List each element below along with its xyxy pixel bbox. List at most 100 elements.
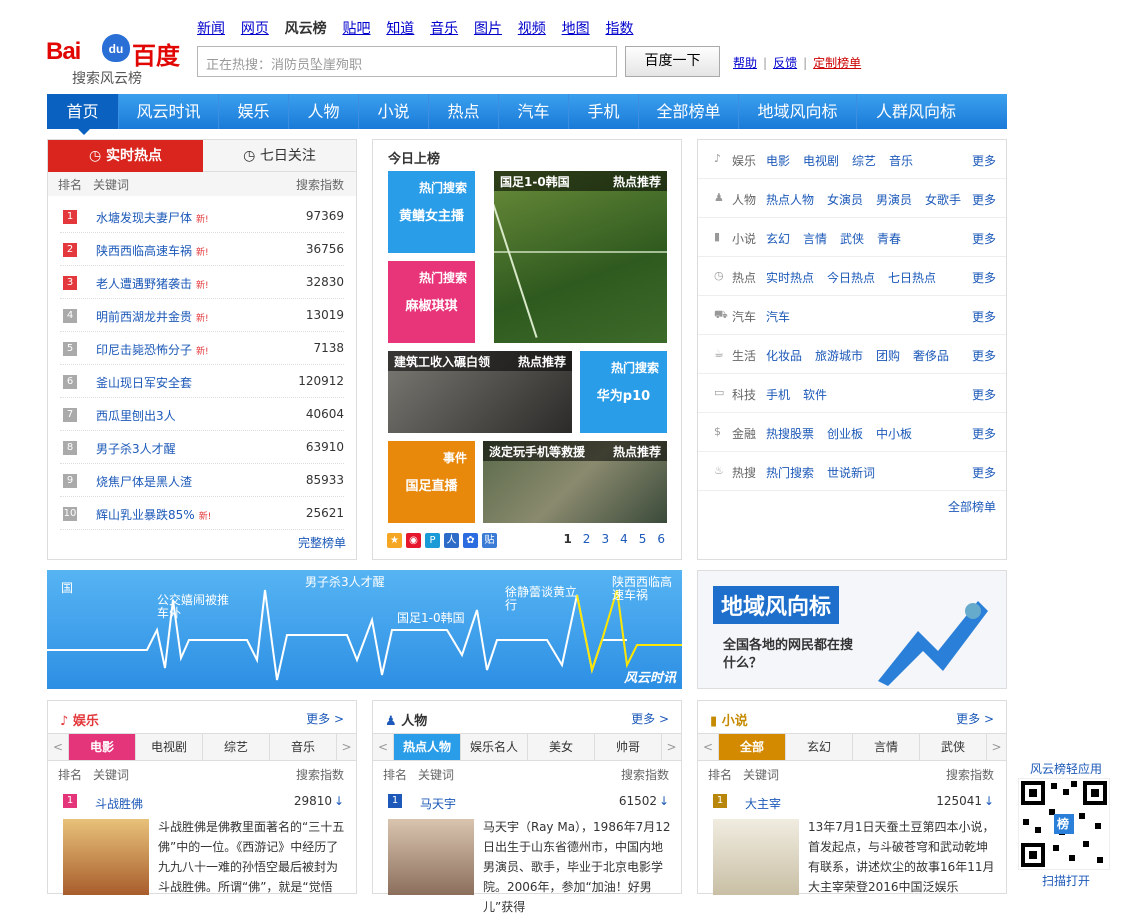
tencent-icon[interactable]: P bbox=[425, 533, 440, 548]
category-link[interactable]: 奢侈品 bbox=[913, 349, 949, 363]
topnav-web[interactable]: 网页 bbox=[241, 21, 269, 37]
tab-wuxia[interactable]: 武侠 bbox=[919, 734, 986, 760]
photo-worker[interactable]: 建筑工收入碾白领 热点推荐 bbox=[388, 351, 572, 433]
ticker-label[interactable]: 男子杀3人才醒 bbox=[305, 576, 385, 589]
news-ticker-banner[interactable]: 男子杀3人才醒 公交嬉闹被推车外 徐静蕾谈黄立行 陕西西临高速车祸 国足1-0韩… bbox=[47, 570, 682, 689]
regional-banner[interactable]: 地域风向标 全国各地的网民都在搜什么？ bbox=[697, 570, 1007, 689]
category-link[interactable]: 软件 bbox=[803, 388, 827, 402]
keyword-link[interactable]: 釜山现日军安全套 bbox=[96, 374, 192, 391]
topnav-index[interactable]: 指数 bbox=[605, 21, 633, 37]
keyword-link[interactable]: 水塘发现夫妻尸体 新! bbox=[96, 209, 209, 226]
tab-movie[interactable]: 电影 bbox=[68, 734, 135, 760]
category-link[interactable]: 武侠 bbox=[840, 232, 864, 246]
novel-more[interactable]: 更多 > bbox=[956, 710, 994, 727]
help-link[interactable]: 帮助 bbox=[733, 56, 757, 70]
list-item[interactable]: 1 斗战胜佛 29810 ↓ bbox=[60, 793, 344, 811]
category-link[interactable]: 世说新词 bbox=[827, 466, 875, 480]
category-more[interactable]: 更多 bbox=[972, 191, 996, 208]
category-link[interactable]: 热点人物 bbox=[766, 193, 814, 207]
list-item[interactable]: 1 大主宰 125041 ↓ bbox=[710, 793, 994, 811]
tile-event[interactable]: 事件 国足直播 bbox=[388, 441, 475, 523]
ticker-label[interactable]: 公交嬉闹被推车外 bbox=[157, 594, 232, 620]
category-link[interactable]: 中小板 bbox=[876, 427, 912, 441]
hot-list-row[interactable]: 4 明前西湖龙井金贵 新! 13019 bbox=[60, 299, 344, 332]
nav-news[interactable]: 风云时讯 bbox=[119, 94, 219, 129]
keyword-link[interactable]: 辉山乳业暴跌85% 新! bbox=[96, 506, 211, 523]
page-2[interactable]: 2 bbox=[583, 532, 591, 546]
hot-list-row[interactable]: 10 辉山乳业暴跌85% 新! 25621 bbox=[60, 497, 344, 530]
tab-fantasy[interactable]: 玄幻 bbox=[785, 734, 852, 760]
category-more[interactable]: 更多 bbox=[972, 269, 996, 286]
qr-title[interactable]: 风云榜轻应用 bbox=[1016, 760, 1116, 777]
keyword-link[interactable]: 老人遭遇野猪袭击 新! bbox=[96, 275, 209, 292]
page-4[interactable]: 4 bbox=[620, 532, 628, 546]
category-link[interactable]: 玄幻 bbox=[766, 232, 790, 246]
nav-hot[interactable]: 热点 bbox=[429, 94, 499, 129]
keyword-link[interactable]: 西瓜里刨出3人 bbox=[96, 407, 176, 424]
topnav-map[interactable]: 地图 bbox=[562, 21, 590, 37]
tieba-icon[interactable]: 贴 bbox=[482, 533, 497, 548]
category-link[interactable]: 热门搜索 bbox=[766, 466, 814, 480]
ent-title[interactable]: ♪ 娱乐 bbox=[60, 710, 99, 729]
category-link[interactable]: 创业板 bbox=[827, 427, 863, 441]
category-more[interactable]: 更多 bbox=[972, 308, 996, 325]
page-6[interactable]: 6 bbox=[657, 532, 665, 546]
list-item[interactable]: 1 马天宇 61502 ↓ bbox=[385, 793, 669, 811]
category-more[interactable]: 更多 bbox=[972, 425, 996, 442]
category-more[interactable]: 更多 bbox=[972, 152, 996, 169]
weibo-icon[interactable]: ◉ bbox=[406, 533, 421, 548]
chevron-right-icon[interactable]: > bbox=[336, 734, 356, 760]
nav-ent[interactable]: 娱乐 bbox=[219, 94, 289, 129]
keyword-link[interactable]: 烧焦尸体是黑人渣 bbox=[96, 473, 192, 490]
category-link[interactable]: 女歌手 bbox=[925, 193, 961, 207]
nav-regional[interactable]: 地域风向标 bbox=[739, 94, 857, 129]
tab-beauty[interactable]: 美女 bbox=[527, 734, 594, 760]
category-link[interactable]: 综艺 bbox=[852, 154, 876, 168]
tab-music[interactable]: 音乐 bbox=[269, 734, 336, 760]
topnav-fengyun[interactable]: 风云榜 bbox=[285, 21, 327, 37]
category-link[interactable]: 今日热点 bbox=[827, 271, 875, 285]
keyword-link[interactable]: 男子杀3人才醒 bbox=[96, 440, 176, 457]
category-more[interactable]: 更多 bbox=[972, 347, 996, 364]
category-link[interactable]: 热搜股票 bbox=[766, 427, 814, 441]
search-button[interactable]: 百度一下 bbox=[625, 46, 720, 77]
category-link[interactable]: 言情 bbox=[803, 232, 827, 246]
nav-crowd[interactable]: 人群风向标 bbox=[857, 94, 975, 129]
all-lists-link[interactable]: 全部榜单 bbox=[948, 498, 996, 515]
category-link[interactable]: 旅游城市 bbox=[815, 349, 863, 363]
tile-hot-search[interactable]: 热门搜索 华为p10 bbox=[580, 351, 667, 433]
tab-week[interactable]: ◷ 七日关注 bbox=[203, 140, 356, 172]
hot-list-row[interactable]: 7 西瓜里刨出3人 40604 bbox=[60, 398, 344, 431]
baidu-logo[interactable]: Bai du 百度 搜索风云榜 bbox=[46, 20, 186, 90]
category-link[interactable]: 男演员 bbox=[876, 193, 912, 207]
buddha-image[interactable] bbox=[63, 819, 149, 895]
tab-all[interactable]: 全部 bbox=[718, 734, 785, 760]
renren-icon[interactable]: 人 bbox=[444, 533, 459, 548]
nav-home[interactable]: 首页 bbox=[47, 94, 119, 129]
custom-list-link[interactable]: 定制榜单 bbox=[813, 56, 861, 70]
ticker-label[interactable]: 徐静蕾谈黄立行 bbox=[505, 586, 580, 612]
page-5[interactable]: 5 bbox=[639, 532, 647, 546]
category-link[interactable]: 化妆品 bbox=[766, 349, 802, 363]
topnav-music[interactable]: 音乐 bbox=[430, 21, 458, 37]
category-link[interactable]: 音乐 bbox=[889, 154, 913, 168]
tab-variety[interactable]: 综艺 bbox=[202, 734, 269, 760]
feedback-link[interactable]: 反馈 bbox=[773, 56, 797, 70]
nav-car[interactable]: 汽车 bbox=[499, 94, 569, 129]
people-more[interactable]: 更多 > bbox=[631, 710, 669, 727]
topnav-images[interactable]: 图片 bbox=[474, 21, 502, 37]
hot-list-row[interactable]: 2 陕西西临高速车祸 新! 36756 bbox=[60, 233, 344, 266]
people-title[interactable]: ♟ 人物 bbox=[385, 710, 427, 729]
category-more[interactable]: 更多 bbox=[972, 386, 996, 403]
novel-title[interactable]: ▮ 小说 bbox=[710, 710, 748, 729]
photo-football[interactable]: 国足1-0韩国 热点推荐 bbox=[494, 171, 667, 343]
tab-tv[interactable]: 电视剧 bbox=[135, 734, 202, 760]
hot-list-row[interactable]: 8 男子杀3人才醒 63910 bbox=[60, 431, 344, 464]
category-link[interactable]: 实时热点 bbox=[766, 271, 814, 285]
person-photo[interactable] bbox=[388, 819, 474, 895]
tile-hot-search[interactable]: 热门搜索 黄鳝女主播 bbox=[388, 171, 475, 253]
tab-celebs[interactable]: 娱乐名人 bbox=[460, 734, 527, 760]
nav-novel[interactable]: 小说 bbox=[359, 94, 429, 129]
tab-handsome[interactable]: 帅哥 bbox=[594, 734, 661, 760]
keyword-link[interactable]: 陕西西临高速车祸 新! bbox=[96, 242, 209, 259]
